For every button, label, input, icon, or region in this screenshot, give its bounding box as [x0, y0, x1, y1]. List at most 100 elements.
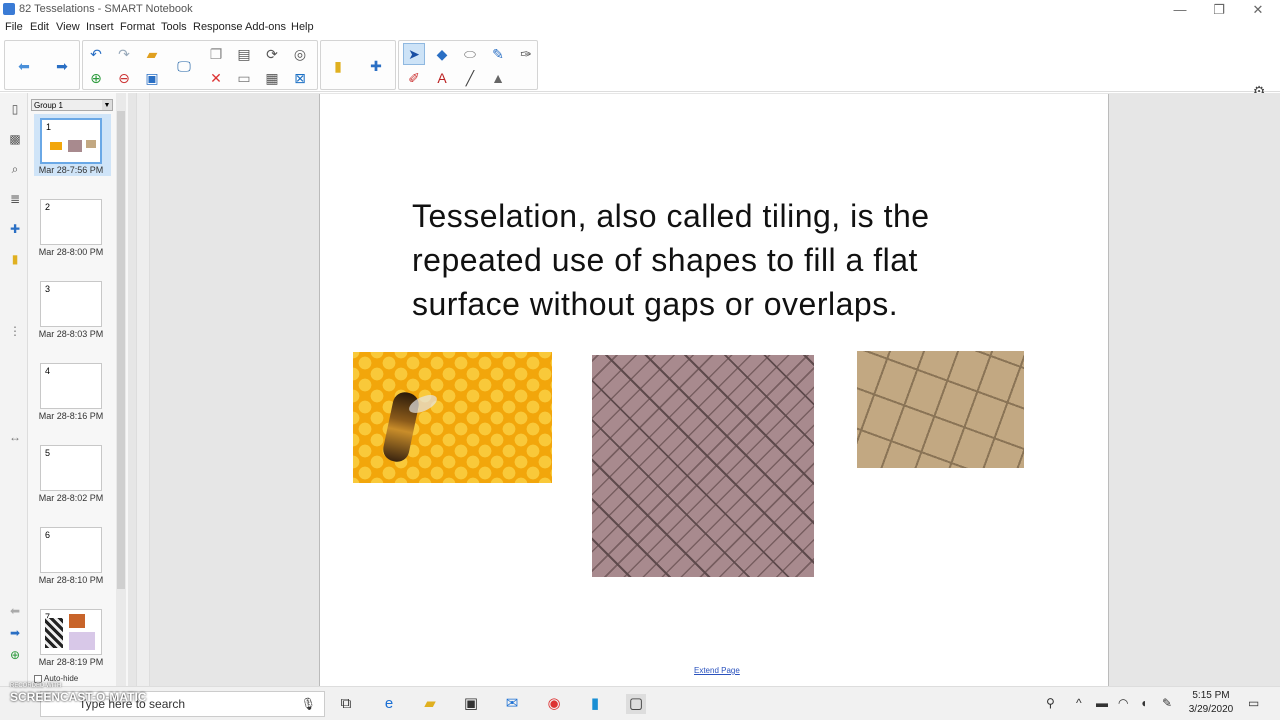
menu-response[interactable]: Response	[193, 21, 243, 33]
close-button[interactable]: ✕	[1248, 2, 1268, 18]
next-page-icon[interactable]: ➡	[51, 55, 73, 77]
lesson-activity-icon[interactable]: ▮	[327, 55, 349, 77]
edit-group: ↶ ↷ ▰ ⊕ ⊖ ▣ 🖵 ❐ ▤ ⟳ ◎ ✕ ▭ ▦ ⊠	[82, 40, 318, 90]
document-camera-icon[interactable]: ◎	[289, 43, 311, 65]
auto-hide-checkbox[interactable]: Auto-hide	[34, 674, 78, 683]
menu-add-ons[interactable]: Add-ons	[245, 21, 286, 33]
page-text[interactable]: Tesselation, also called tiling, is the …	[412, 194, 1012, 326]
page-thumb-2[interactable]: 2	[40, 199, 102, 245]
text-icon[interactable]: A	[431, 67, 453, 89]
screen-capture-icon[interactable]: ▤	[233, 43, 255, 65]
screen-shade-icon[interactable]: ▭	[233, 67, 255, 89]
menu-file[interactable]: File	[5, 21, 23, 33]
menu-edit[interactable]: Edit	[30, 21, 49, 33]
thumb-honeycomb	[50, 142, 62, 150]
honeycomb-image[interactable]	[353, 352, 552, 483]
menu-tools[interactable]: Tools	[161, 21, 187, 33]
sidebar-grip-icon[interactable]: ⋮	[7, 323, 23, 339]
chrome-icon[interactable]: ◉	[544, 694, 564, 714]
microphone-icon[interactable]: 🎙	[301, 697, 316, 711]
fill-icon[interactable]: ▲	[487, 67, 509, 89]
page-thumb-7[interactable]: 7	[40, 609, 102, 655]
file-explorer-icon[interactable]: ▰	[420, 694, 440, 714]
thumb-label-4: Mar 28-8:16 PM	[38, 411, 104, 421]
open-file-icon[interactable]: ▰	[141, 43, 163, 65]
redo-icon[interactable]: ↷	[113, 43, 135, 65]
thumb-bricks	[68, 140, 82, 152]
smart-notebook-task-icon[interactable]: ▮	[585, 694, 605, 714]
thumb-number: 2	[45, 202, 51, 212]
resize-arrows-icon[interactable]: ↔	[7, 429, 23, 445]
screen-recorder-task-icon[interactable]: ▢	[626, 694, 646, 714]
thumb-label-3: Mar 28-8:03 PM	[38, 329, 104, 339]
add-ons-puzzle-icon[interactable]: ✚	[365, 55, 387, 77]
wifi-icon[interactable]: ◠	[1118, 696, 1128, 710]
thumb-number: 5	[45, 448, 51, 458]
menu-insert[interactable]: Insert	[86, 21, 114, 33]
workspace-scrollbar[interactable]	[136, 93, 150, 686]
extend-page-link[interactable]: Extend Page	[694, 666, 740, 675]
full-screen-icon[interactable]: ⊠	[289, 67, 311, 89]
system-clock[interactable]: 5:15 PM 3/29/2020	[1185, 689, 1237, 717]
properties-icon[interactable]: ≣	[7, 191, 23, 207]
toolbar: ⬅ ➡ ↶ ↷ ▰ ⊕ ⊖ ▣ 🖵 ❐ ▤ ⟳ ◎ ✕ ▭ ▦ ⊠ ▮ ✚ ➤ …	[0, 38, 1280, 122]
page-sorter-icon[interactable]: ▯	[7, 101, 23, 117]
minimize-button[interactable]: —	[1170, 2, 1190, 17]
menu-view[interactable]: View	[56, 21, 80, 33]
page-thumb-3[interactable]: 3	[40, 281, 102, 327]
add-ons-icon[interactable]: ✚	[7, 221, 23, 237]
save-icon[interactable]: ▣	[141, 67, 163, 89]
volume-icon[interactable]: ◖	[1140, 696, 1147, 710]
page-thumb-1[interactable]: 1	[40, 118, 102, 164]
brick-pavement-image[interactable]	[592, 355, 814, 577]
chevron-down-icon: ▼	[102, 100, 112, 110]
shapes-icon[interactable]: ◆	[431, 43, 453, 65]
thumb-label-1: Mar 28-7:56 PM	[38, 165, 104, 175]
menu-format[interactable]: Format	[120, 21, 155, 33]
lesson-icon[interactable]: ▮	[7, 251, 23, 267]
paste-icon[interactable]: ❐	[205, 43, 227, 65]
chevron-up-icon[interactable]: ^	[1076, 696, 1082, 710]
navigation-group: ⬅ ➡	[4, 40, 80, 90]
whiteboard-page[interactable]: Tesselation, also called tiling, is the …	[319, 94, 1109, 686]
sidebar-forward-icon[interactable]: ➡	[7, 625, 23, 641]
floor-tiles-image[interactable]	[857, 351, 1024, 468]
pen-tray-icon[interactable]: ✎	[1162, 696, 1172, 710]
group-dropdown[interactable]: Group 1 ▼	[31, 99, 113, 111]
display-icon[interactable]: 🖵	[173, 55, 195, 77]
edge-icon[interactable]: e	[379, 694, 399, 714]
select-icon[interactable]: ➤	[403, 43, 425, 65]
page-thumb-4[interactable]: 4	[40, 363, 102, 409]
rotate-icon[interactable]: ⟳	[261, 43, 283, 65]
attachments-icon[interactable]: ⌕	[7, 161, 23, 177]
delete-page-icon[interactable]: ⊖	[113, 67, 135, 89]
maximize-button[interactable]: ❐	[1209, 2, 1229, 18]
eraser-icon[interactable]: ⬭	[459, 43, 481, 65]
add-page-icon[interactable]: ⊕	[85, 67, 107, 89]
store-icon[interactable]: ▣	[461, 694, 481, 714]
sidebar-add-page-icon[interactable]: ⊕	[7, 647, 23, 663]
gallery-icon[interactable]: ▩	[7, 131, 23, 147]
page-thumb-5[interactable]: 5	[40, 445, 102, 491]
page-thumb-6[interactable]: 6	[40, 527, 102, 573]
sorter-scroll-thumb[interactable]	[117, 111, 125, 589]
notifications-icon[interactable]: ▭	[1248, 696, 1259, 710]
side-tab-strip: ▯ ▩ ⌕ ≣ ✚ ▮ ⋮ ↔ ⬅ ➡ ⊕	[0, 93, 28, 686]
people-icon[interactable]: ⚲	[1046, 696, 1055, 710]
auto-hide-label: Auto-hide	[44, 674, 79, 683]
previous-page-icon[interactable]: ⬅	[13, 55, 35, 77]
delete-icon[interactable]: ✕	[205, 67, 227, 89]
sorter-scrollbar[interactable]	[116, 93, 126, 686]
battery-icon[interactable]: ▬	[1096, 696, 1108, 710]
thumb-pattern-c	[69, 632, 95, 650]
pen-icon[interactable]: ✎	[487, 43, 509, 65]
menu-help[interactable]: Help	[291, 21, 314, 33]
table-icon[interactable]: ▦	[261, 67, 283, 89]
undo-icon[interactable]: ↶	[85, 43, 107, 65]
task-view-icon[interactable]: ⧉	[336, 694, 356, 714]
magic-pen-icon[interactable]: ✑	[515, 43, 537, 65]
creative-pen-icon[interactable]: ✐	[403, 67, 425, 89]
line-icon[interactable]: ╱	[459, 67, 481, 89]
mail-icon[interactable]: ✉	[502, 694, 522, 714]
sidebar-back-icon[interactable]: ⬅	[7, 603, 23, 619]
